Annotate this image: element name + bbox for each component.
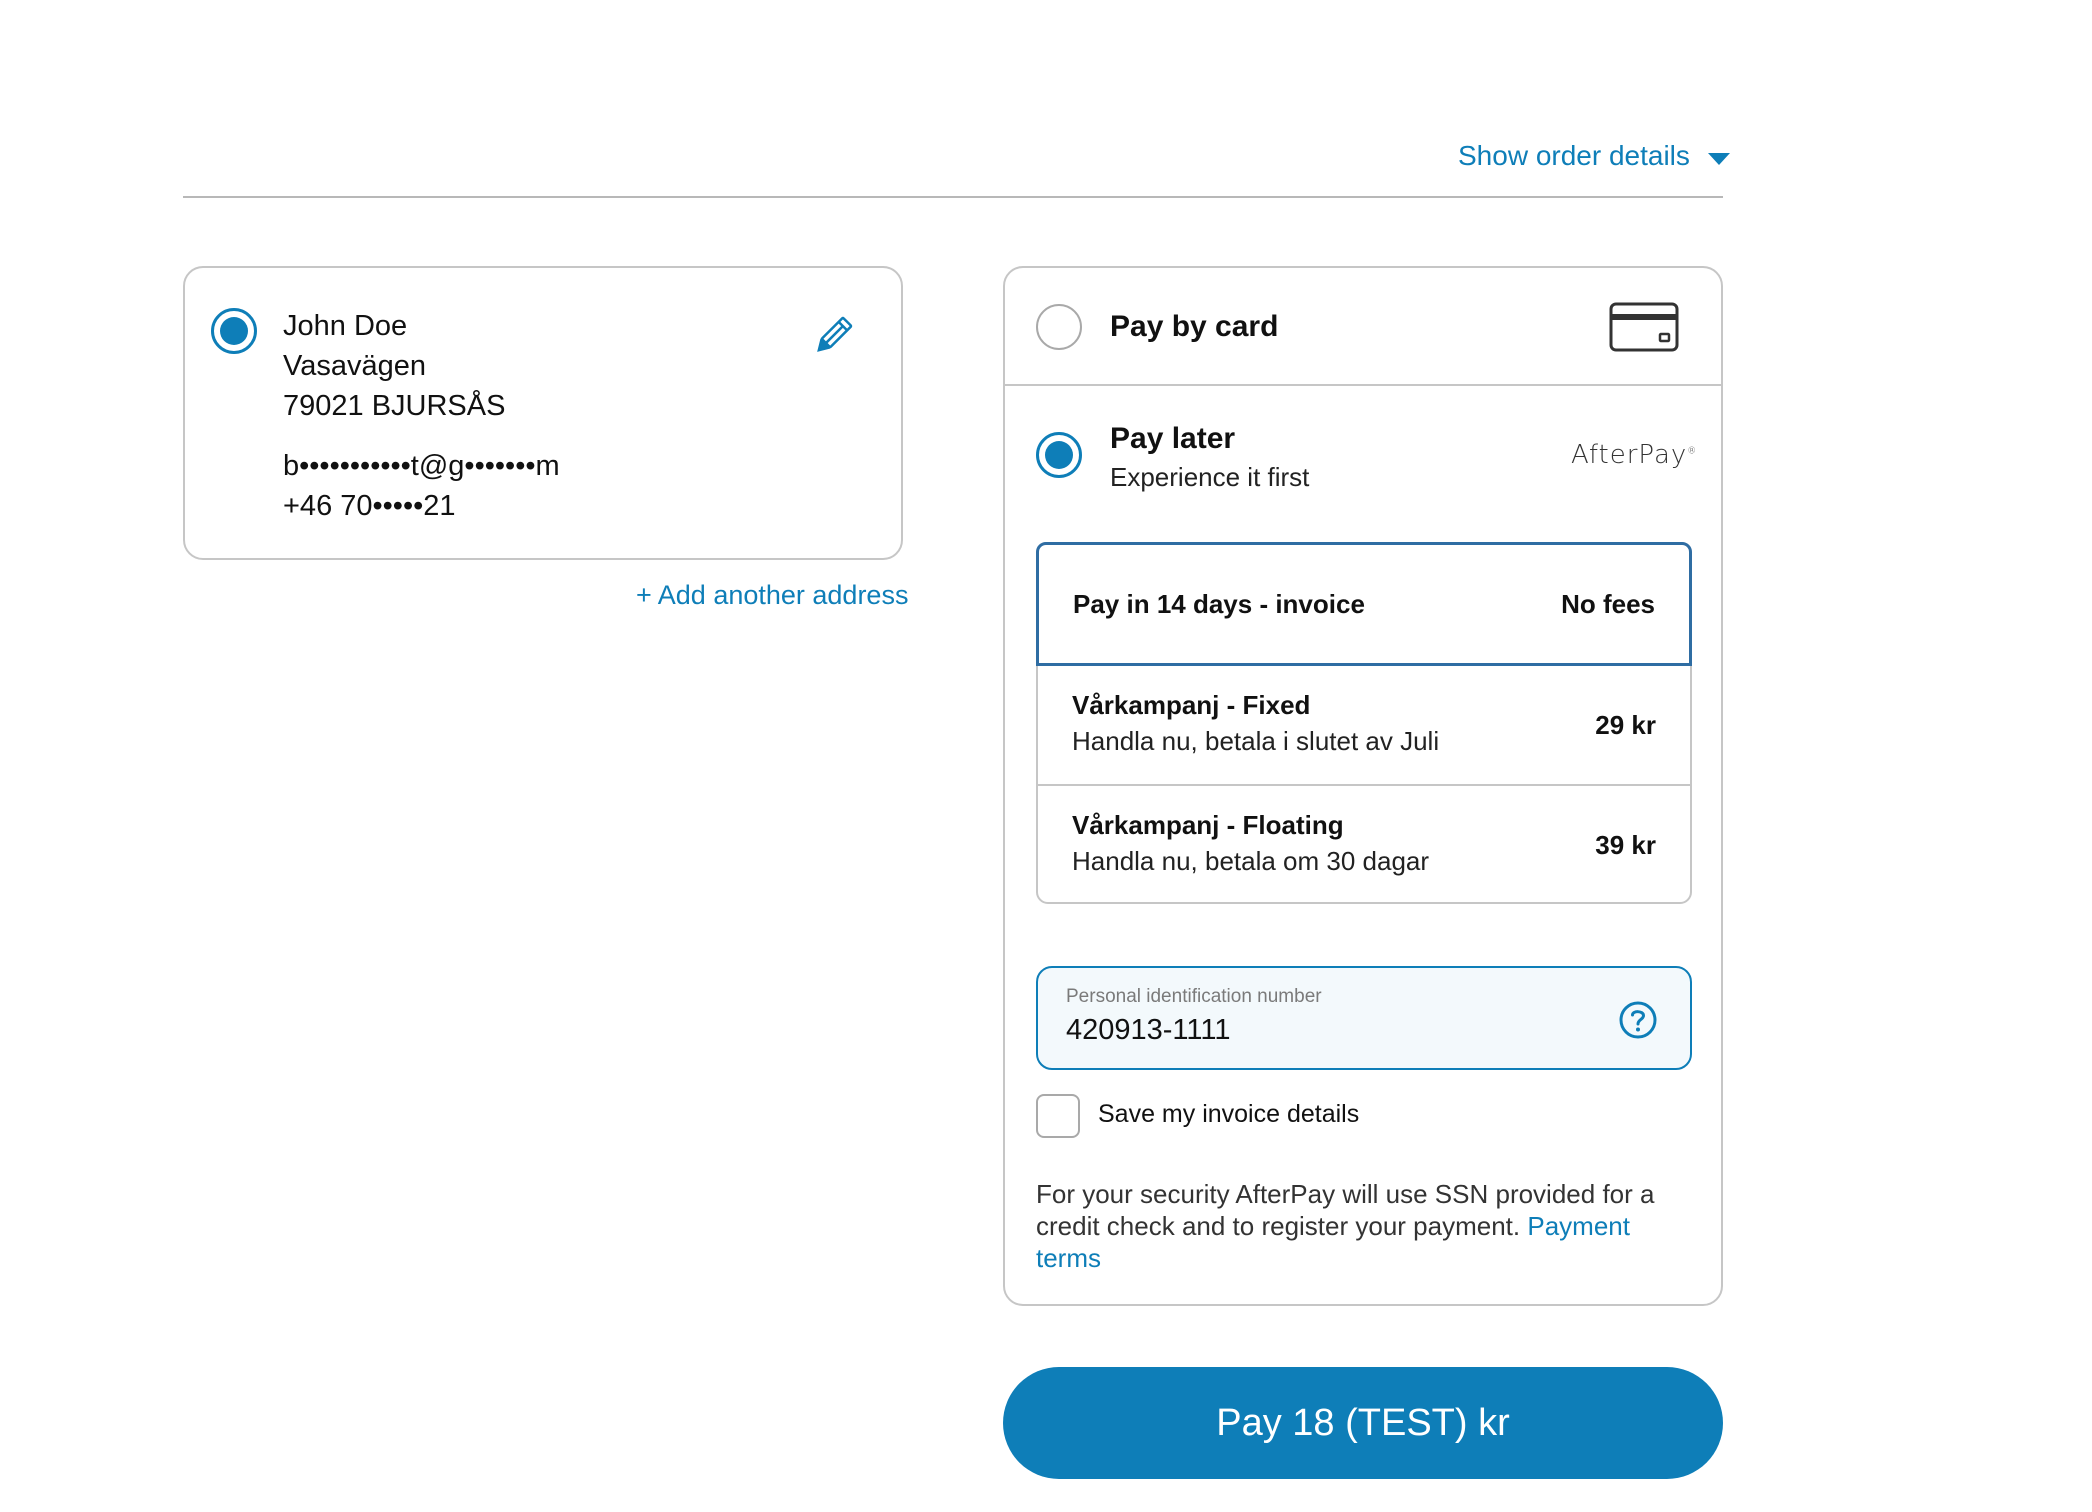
header-divider xyxy=(183,196,1723,198)
personal-id-input[interactable] xyxy=(1066,1010,1566,1050)
show-order-details-toggle[interactable]: Show order details xyxy=(1458,136,1730,176)
address-radio[interactable] xyxy=(211,308,257,354)
pay-by-card-radio[interactable] xyxy=(1036,304,1082,350)
pay-later-radio[interactable] xyxy=(1036,432,1082,478)
payment-plans-list: Pay in 14 days - invoice No fees Vårkamp… xyxy=(1036,542,1692,904)
plan-price: 39 kr xyxy=(1595,830,1656,860)
plan-name: Vårkampanj - Fixed xyxy=(1072,690,1311,720)
afterpay-logo: AfterPay® xyxy=(1571,440,1698,470)
address-city: 79021 BJURSÅS xyxy=(283,390,506,422)
plan-description: Handla nu, betala om 30 dagar xyxy=(1072,846,1430,876)
address-name: John Doe xyxy=(283,310,408,342)
add-another-address-link[interactable]: + Add another address xyxy=(636,580,908,611)
pay-later-label: Pay later xyxy=(1110,422,1236,455)
plan-option-fixed[interactable]: Vårkampanj - Fixed Handla nu, betala i s… xyxy=(1038,666,1690,784)
plan-name: Pay in 14 days - invoice xyxy=(1073,589,1365,619)
question-circle-icon[interactable] xyxy=(1618,1000,1658,1040)
plan-description: Handla nu, betala i slutet av Juli xyxy=(1072,726,1440,756)
address-street: Vasavägen xyxy=(283,350,426,382)
address-email: b•••••••••••t@g•••••••m xyxy=(283,450,560,482)
edit-address-button[interactable] xyxy=(811,314,855,358)
plan-option-invoice[interactable]: Pay in 14 days - invoice No fees xyxy=(1036,542,1692,666)
plan-price: No fees xyxy=(1561,589,1655,619)
address-phone: +46 70•••••21 xyxy=(283,490,456,522)
caret-down-icon xyxy=(1707,153,1730,165)
plan-option-floating[interactable]: Vårkampanj - Floating Handla nu, betala … xyxy=(1038,786,1690,904)
credit-card-icon xyxy=(1609,302,1679,352)
pay-by-card-option[interactable]: Pay by card xyxy=(1005,268,1721,386)
pay-later-subtitle: Experience it first xyxy=(1110,462,1310,492)
security-notice: For your security AfterPay will use SSN … xyxy=(1036,1178,1676,1274)
show-order-details-label: Show order details xyxy=(1458,140,1690,171)
plan-name: Vårkampanj - Floating xyxy=(1072,810,1344,840)
payment-methods-card: Pay by card Pay later Experience it firs… xyxy=(1003,266,1723,1306)
plan-price: 29 kr xyxy=(1595,710,1656,740)
personal-id-field[interactable]: Personal identification number xyxy=(1036,966,1692,1070)
address-card[interactable]: John Doe Vasavägen 79021 BJURSÅS b••••••… xyxy=(183,266,903,560)
personal-id-label: Personal identification number xyxy=(1066,986,1322,1007)
save-invoice-details-label: Save my invoice details xyxy=(1098,1100,1360,1128)
pay-by-card-label: Pay by card xyxy=(1110,310,1279,343)
pencil-icon xyxy=(817,316,853,352)
save-invoice-details-checkbox[interactable] xyxy=(1036,1094,1080,1138)
pay-button[interactable]: Pay 18 (TEST) kr xyxy=(1003,1367,1723,1479)
